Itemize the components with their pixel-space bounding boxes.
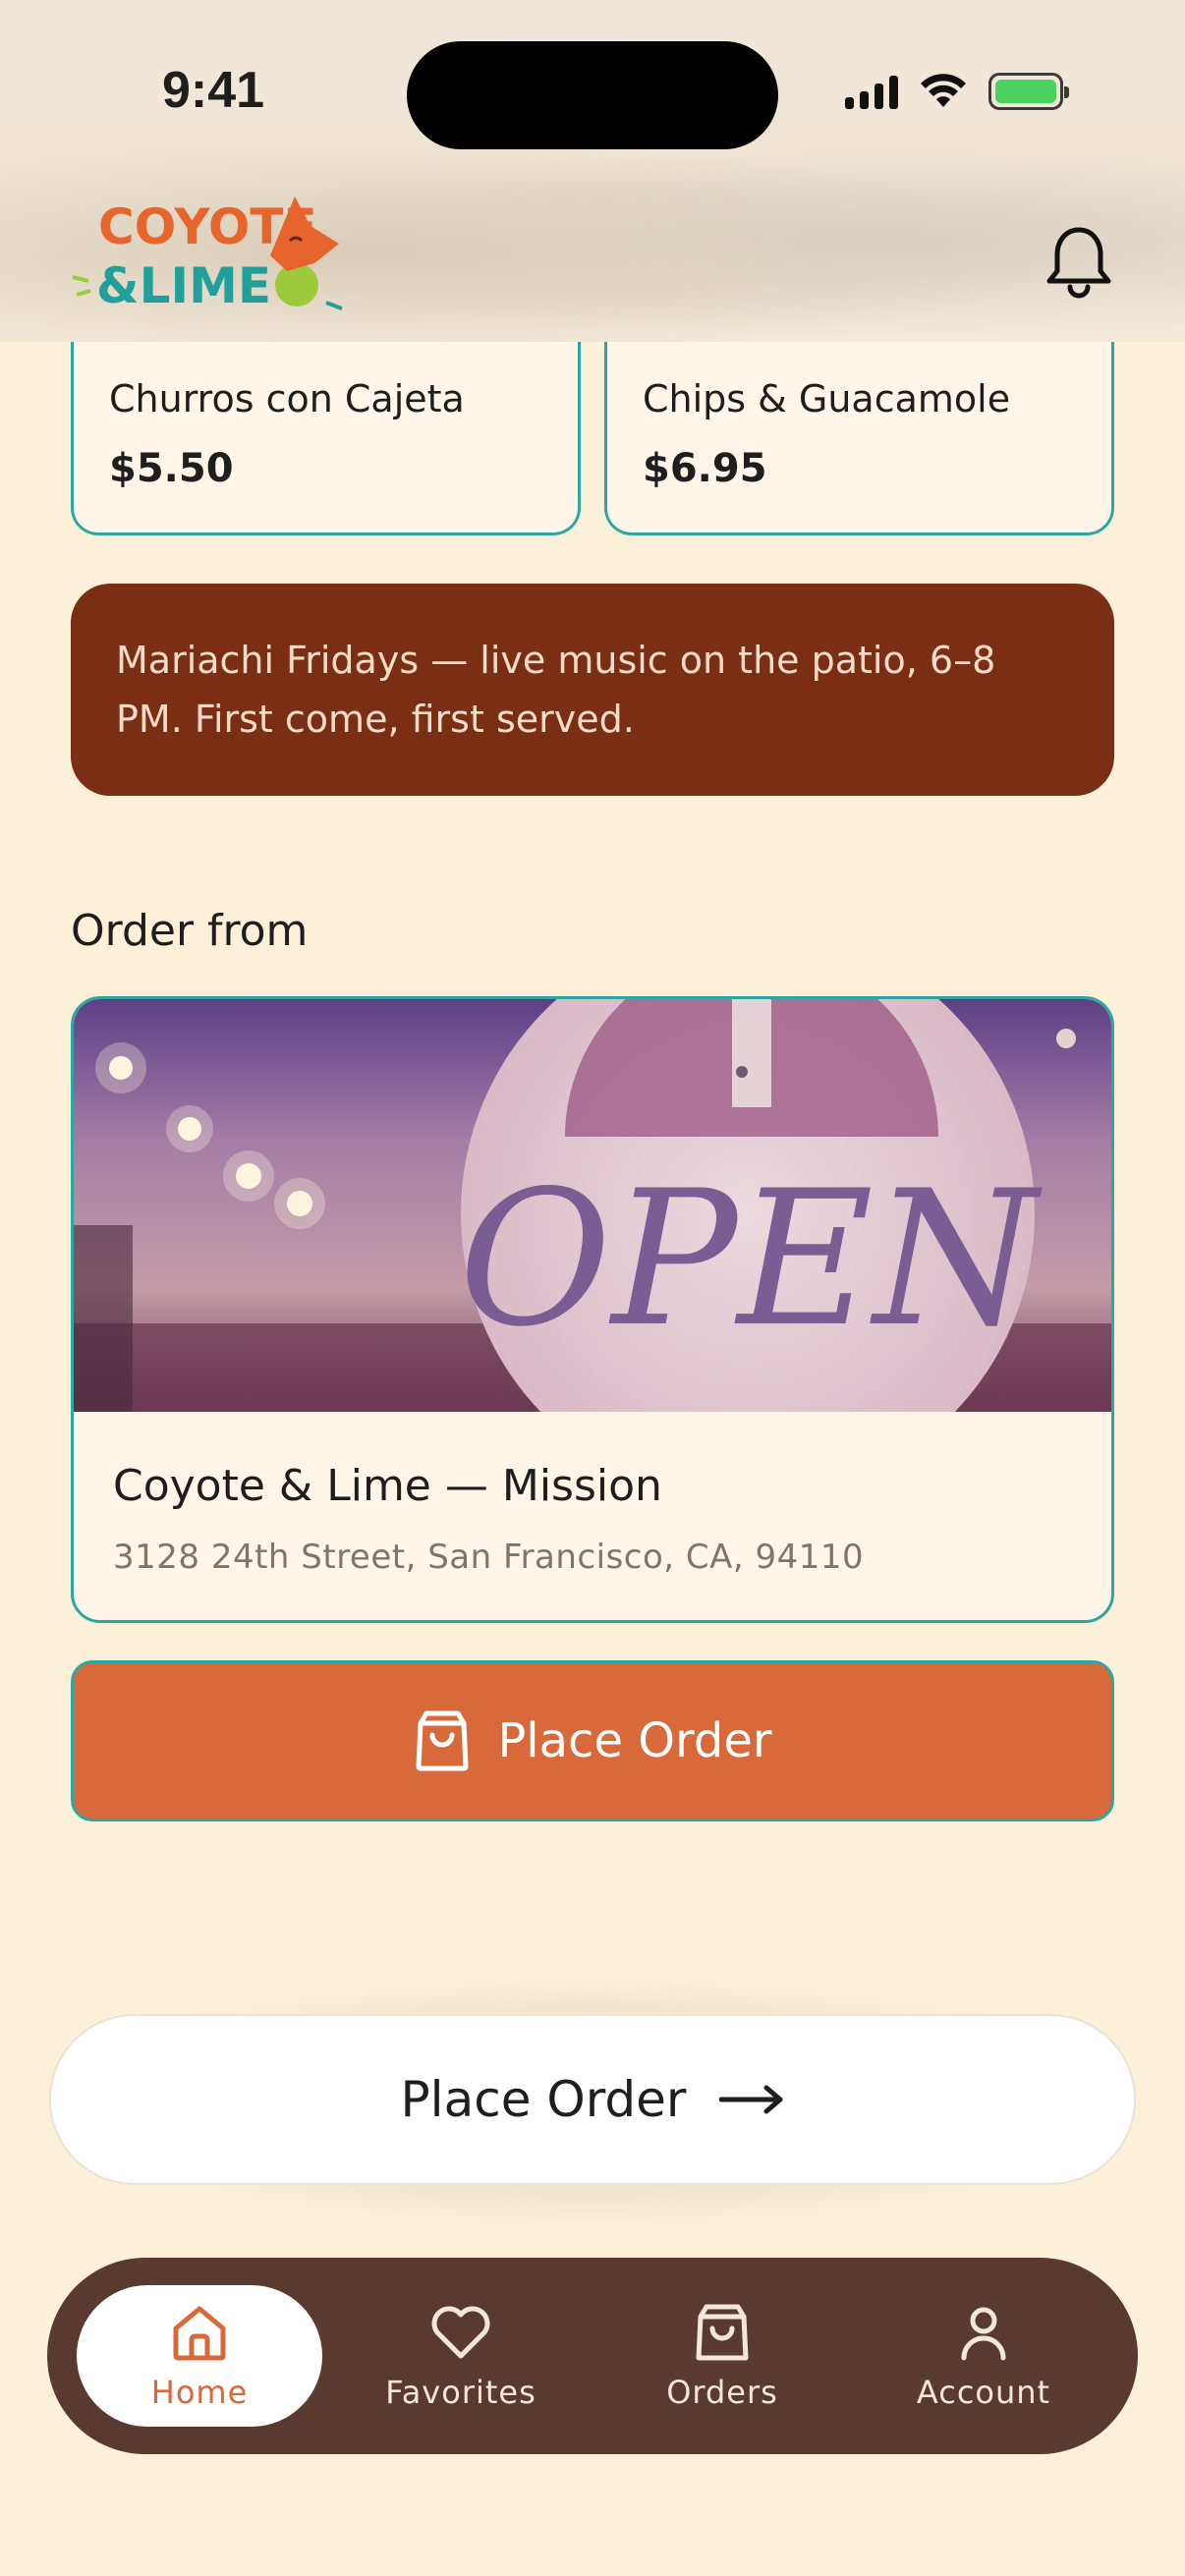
menu-item-price: $6.95 xyxy=(643,446,767,491)
wifi-icon xyxy=(921,74,966,107)
location-name: Coyote & Lime — Mission xyxy=(113,1461,662,1511)
cellular-signal-icon xyxy=(845,74,898,109)
nav-label: Home xyxy=(150,2374,249,2411)
status-time: 9:41 xyxy=(162,62,265,119)
place-order-label: Place Order xyxy=(497,1713,772,1768)
svg-text:&LIME: &LIME xyxy=(96,257,271,314)
shopping-bag-icon xyxy=(416,1710,469,1771)
location-address: 3128 24th Street, San Francisco, CA, 941… xyxy=(113,1538,865,1577)
bag-icon xyxy=(696,2304,749,2361)
location-card[interactable]: OPEN Coyote & Lime — Mission 3128 24th S… xyxy=(71,996,1114,1623)
promo-text: Mariachi Fridays — live music on the pat… xyxy=(116,639,996,741)
menu-item-name: Chips & Guacamole xyxy=(643,377,1011,420)
app-header: 9:41 COYOTE &LIME xyxy=(0,0,1185,342)
home-icon xyxy=(173,2306,226,2361)
promo-banner[interactable]: Mariachi Fridays — live music on the pat… xyxy=(71,584,1114,796)
nav-label: Favorites xyxy=(385,2374,536,2411)
dynamic-island xyxy=(407,41,778,149)
notification-bell-icon[interactable] xyxy=(1040,222,1118,301)
arrow-right-icon xyxy=(719,2085,783,2114)
nav-label: Account xyxy=(916,2374,1051,2411)
nav-item-favorites[interactable]: Favorites xyxy=(338,2285,584,2427)
order-from-heading: Order from xyxy=(71,906,309,956)
bottom-nav: Home Favorites Orders Account xyxy=(47,2258,1138,2454)
nav-item-orders[interactable]: Orders xyxy=(599,2285,845,2427)
floating-place-order-button[interactable]: Place Order xyxy=(49,2014,1136,2185)
status-icons xyxy=(845,73,1069,110)
nav-item-home[interactable]: Home xyxy=(77,2285,322,2427)
menu-item-name: Churros con Cajeta xyxy=(109,377,465,420)
user-icon xyxy=(961,2307,1006,2361)
svg-text:OPEN: OPEN xyxy=(459,1150,1043,1368)
menu-item-price: $5.50 xyxy=(109,446,234,491)
nav-item-account[interactable]: Account xyxy=(861,2285,1106,2427)
cta-label: Place Order xyxy=(400,2071,687,2128)
place-order-button[interactable]: Place Order xyxy=(71,1660,1114,1821)
brand-logo[interactable]: COYOTE &LIME xyxy=(69,187,354,319)
restaurant-photo: OPEN xyxy=(74,999,1111,1412)
nav-label: Orders xyxy=(666,2374,778,2411)
heart-icon xyxy=(431,2306,490,2359)
battery-icon xyxy=(988,73,1069,110)
